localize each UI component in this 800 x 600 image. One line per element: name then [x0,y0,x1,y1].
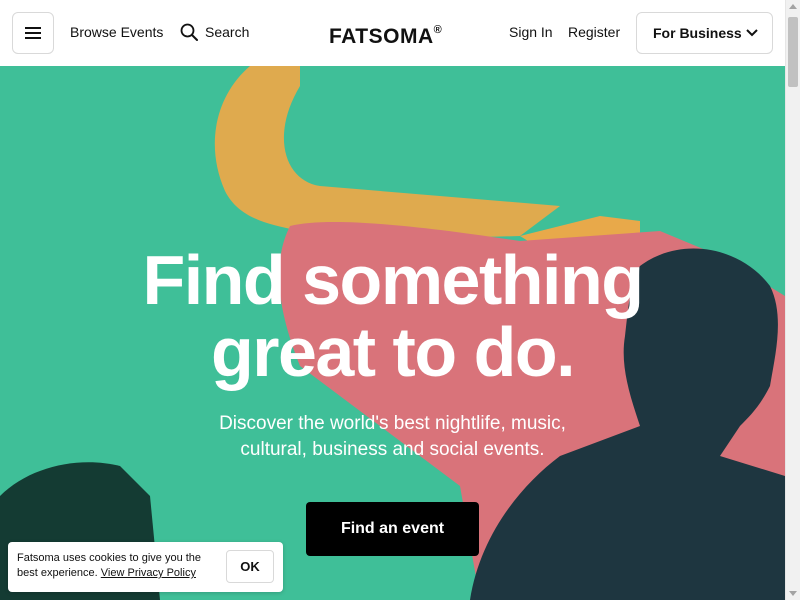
fatsoma-logo[interactable]: FATSOMA® [329,20,442,49]
find-an-event-button[interactable]: Find an event [306,502,479,556]
hero-title: Find something great to do. [0,244,785,388]
page-scrollbar[interactable] [785,0,800,600]
hero-title-line-1: Find something [142,241,644,319]
search-icon [180,23,198,41]
hamburger-menu-icon [25,27,41,39]
hero-section: Find something great to do. Discover the… [0,66,785,600]
search-button[interactable]: Search [180,23,249,41]
register-link[interactable]: Register [568,23,620,41]
hero-subtitle: Discover the world's best nightlife, mus… [0,411,785,463]
cookie-message: Fatsoma uses cookies to give you the bes… [17,551,217,581]
scrollbar-thumb[interactable] [788,17,798,87]
sign-in-link[interactable]: Sign In [509,23,553,41]
hero-title-line-2: great to do. [210,313,576,391]
for-business-button[interactable]: For Business [636,12,773,54]
cookie-banner: Fatsoma uses cookies to give you the bes… [8,542,283,592]
site-header: Browse Events Search FATSOMA® Sign In Re… [0,0,785,66]
logo-registered-mark: ® [433,24,443,36]
privacy-policy-link[interactable]: View Privacy Policy [101,567,196,579]
cookie-ok-button[interactable]: OK [226,550,274,583]
menu-button[interactable] [12,12,54,54]
chevron-down-icon [746,29,758,37]
logo-text: FATSOMA [329,25,434,48]
scroll-down-arrow-icon[interactable] [789,591,797,596]
for-business-label: For Business [653,25,742,41]
hero-subtitle-line-2: cultural, business and social events. [240,439,545,460]
scroll-up-arrow-icon[interactable] [789,4,797,9]
search-label: Search [205,24,250,40]
hero-subtitle-line-1: Discover the world's best nightlife, mus… [219,413,566,434]
browse-events-link[interactable]: Browse Events [70,23,163,41]
